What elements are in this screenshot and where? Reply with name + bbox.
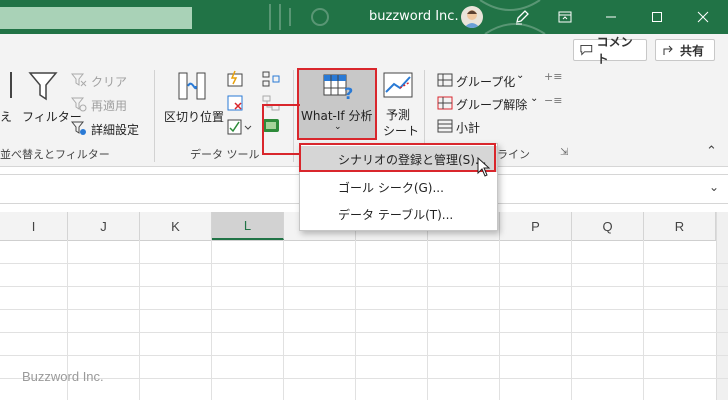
data-table-item[interactable]: データ テーブル(T)... [300, 201, 497, 227]
minimize-icon[interactable] [594, 0, 628, 34]
forecast-sheet-icon[interactable] [382, 70, 414, 103]
avatar[interactable] [461, 6, 483, 28]
connector-line [262, 153, 300, 155]
search-box[interactable] [0, 7, 192, 29]
maximize-icon[interactable] [640, 0, 674, 34]
data-table-label: データ テーブル(T)... [338, 207, 454, 222]
chevron-down-icon[interactable]: ⌄ [516, 70, 524, 81]
column-header[interactable]: R [644, 212, 716, 240]
ungroup-icon [437, 96, 453, 113]
connector-line [262, 104, 264, 155]
dialog-launcher-icon[interactable]: ⇲ [560, 147, 568, 158]
close-icon[interactable] [686, 0, 720, 34]
clear-button[interactable]: クリア [91, 73, 127, 90]
ungroup-button[interactable]: グループ解除 [456, 96, 527, 113]
column-header-selected[interactable]: L [212, 212, 284, 240]
group-button[interactable]: グループ化 [456, 73, 515, 90]
chevron-down-icon[interactable]: ⌄ [530, 93, 538, 104]
subtotal-button[interactable]: 小計 [456, 119, 480, 136]
show-detail-icon[interactable]: +≡ [544, 70, 562, 83]
group-separator [154, 70, 155, 162]
outline-group-label: ライン [497, 148, 530, 161]
share-icon [663, 45, 673, 55]
comments-label: コメント [596, 35, 633, 66]
column-line [139, 240, 140, 400]
column-line [355, 240, 356, 400]
scenario-highlight [299, 143, 496, 172]
whatif-icon: ? [323, 73, 355, 104]
forecast-label-1[interactable]: 予測 [386, 106, 410, 123]
column-line [283, 240, 284, 400]
clear-filter-icon [70, 72, 87, 91]
reapply-button[interactable]: 再適用 [91, 97, 127, 114]
advanced-button[interactable]: 詳細設定 [91, 121, 139, 138]
pen-icon[interactable] [505, 0, 539, 34]
row-line [0, 309, 728, 310]
vertical-scrollbar[interactable] [716, 212, 728, 400]
remove-duplicates-icon[interactable] [226, 94, 244, 115]
goal-seek-item[interactable]: ゴール シーク(G)... [300, 174, 497, 200]
row-line [0, 378, 728, 379]
chevron-down-icon: ⌄ [334, 122, 342, 132]
row-line [0, 286, 728, 287]
forecast-label-2[interactable]: シート [383, 122, 419, 139]
column-header[interactable]: Q [572, 212, 644, 240]
hide-detail-icon[interactable]: −≡ [544, 94, 562, 107]
flash-fill-icon[interactable] [226, 70, 244, 91]
column-line [499, 240, 500, 400]
comment-icon [580, 45, 593, 56]
column-header[interactable]: P [500, 212, 572, 240]
group-separator [293, 70, 294, 162]
row-line [0, 355, 728, 356]
watermark: Buzzword Inc. [22, 369, 104, 384]
ribbon-display-icon[interactable] [548, 0, 582, 34]
data-tools-group-label: データ ツール [190, 148, 260, 161]
share-button[interactable]: 共有 [655, 39, 715, 61]
subtotal-icon [437, 119, 453, 136]
column-line [427, 240, 428, 400]
column-header[interactable]: J [68, 212, 140, 240]
sort-icon [0, 72, 12, 98]
reapply-icon [70, 96, 87, 115]
row-line [0, 332, 728, 333]
column-header[interactable]: K [140, 212, 212, 240]
column-header[interactable]: I [0, 212, 68, 240]
column-line [571, 240, 572, 400]
cursor-icon [477, 156, 491, 180]
goal-seek-label: ゴール シーク(G)... [338, 180, 444, 195]
collapse-ribbon-icon[interactable]: ⌃ [706, 144, 717, 159]
filter-icon[interactable] [28, 70, 58, 105]
svg-text:?: ? [344, 84, 353, 101]
comments-button[interactable]: コメント [573, 35, 647, 66]
connector-line [262, 104, 300, 106]
column-line [211, 240, 212, 400]
sort-filter-group-label: 並べ替えとフィルター [0, 148, 110, 161]
text-to-columns-button[interactable]: 区切り位置 [164, 108, 224, 125]
column-line [643, 240, 644, 400]
expand-formula-icon[interactable]: ⌄ [709, 180, 719, 194]
data-validation-icon[interactable] [226, 118, 252, 139]
share-label: 共有 [680, 43, 705, 58]
account-name[interactable]: buzzword Inc. [369, 9, 459, 24]
consolidate-icon[interactable] [262, 70, 280, 91]
advanced-filter-icon [70, 120, 87, 139]
data-model-icon[interactable] [262, 116, 280, 137]
group-icon [437, 73, 453, 90]
row-line [0, 263, 728, 264]
sort-label[interactable]: え [0, 108, 12, 125]
text-to-columns-icon[interactable] [176, 70, 210, 105]
